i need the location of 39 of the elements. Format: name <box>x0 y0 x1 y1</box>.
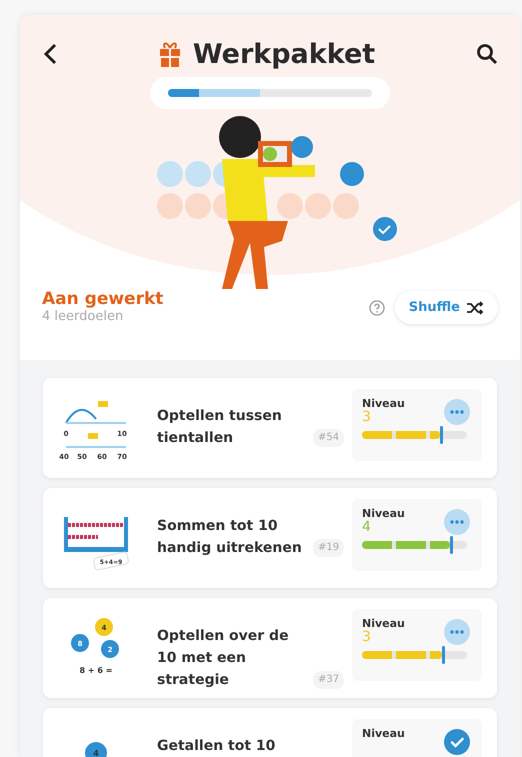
more-options-icon[interactable] <box>444 619 470 645</box>
level-label: Niveau <box>362 617 406 630</box>
shuffle-button[interactable]: Shuffle <box>394 291 498 324</box>
level-marker <box>450 536 454 554</box>
checkmark-icon[interactable] <box>444 729 470 755</box>
section-title: Aan gewerkt <box>42 289 164 309</box>
search-icon[interactable] <box>476 43 498 65</box>
goal-number-tag: #54 <box>313 429 344 447</box>
goal-title: Optellen over de 10 met een strategie <box>157 627 290 690</box>
illustration-label: 8 + 6 = <box>80 666 112 675</box>
abacus-drawing <box>64 517 130 571</box>
goal-title: Optellen tussen tientallen <box>157 407 283 448</box>
level-value: 3 <box>362 630 371 645</box>
level-value: 3 <box>362 410 371 425</box>
level-label: Niveau <box>362 727 406 740</box>
number-line-drawing <box>65 401 126 448</box>
illustration-label: 4 <box>93 749 99 757</box>
number-bubble-icon <box>85 742 107 757</box>
level-marker <box>440 426 443 444</box>
level-marker <box>442 646 445 664</box>
gift-icon <box>158 41 181 67</box>
more-options-icon[interactable] <box>444 399 470 425</box>
learning-goal-card[interactable]: 4 Getallen tot 10 Niveau <box>43 708 497 757</box>
level-label: Niveau <box>362 397 406 410</box>
help-icon[interactable] <box>368 300 385 316</box>
page-title: Werkpakket <box>192 38 376 70</box>
section-subtitle: 4 leerdoelen <box>42 309 124 324</box>
goal-number-tag: #19 <box>313 539 344 557</box>
goal-number-tag: #37 <box>313 671 344 689</box>
back-icon[interactable] <box>42 43 58 65</box>
level-value: 4 <box>362 520 371 535</box>
number-bubble-icon <box>95 618 113 636</box>
goal-title: Getallen tot 10 <box>157 737 276 756</box>
level-label: Niveau <box>362 507 406 520</box>
shuffle-icon <box>466 300 484 314</box>
goal-title: Sommen tot 10 handig uitrekenen <box>157 517 303 558</box>
number-bubble-icon <box>101 640 119 658</box>
more-options-icon[interactable] <box>444 509 470 535</box>
number-bubble-icon <box>71 634 89 652</box>
